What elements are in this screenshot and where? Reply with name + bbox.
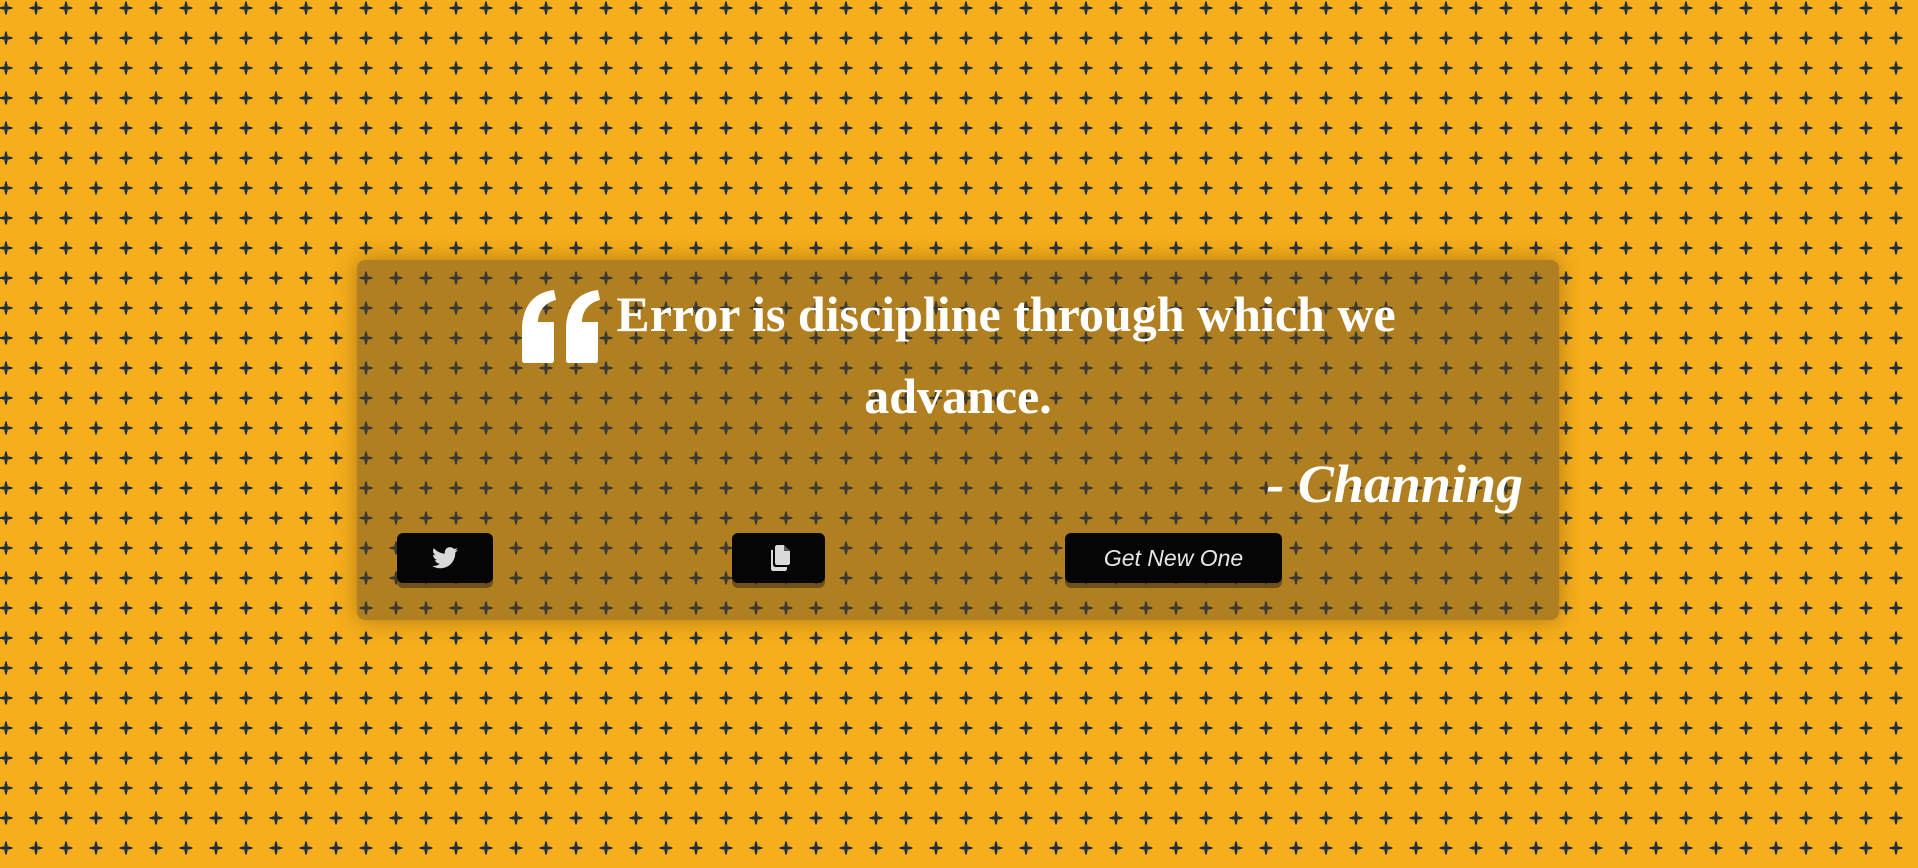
copy-button[interactable]: [732, 533, 825, 583]
quote-card: Error is discipline through which we adv…: [357, 260, 1559, 620]
tweet-button[interactable]: [397, 533, 493, 583]
quote-mark-icon: [520, 290, 604, 364]
quote-author: - Channing: [1266, 454, 1523, 514]
quote-block: Error is discipline through which we adv…: [357, 282, 1559, 428]
quote-text: Error is discipline through which we adv…: [616, 286, 1396, 424]
copy-icon: [768, 545, 790, 571]
get-new-quote-button[interactable]: Get New One: [1065, 533, 1282, 583]
twitter-icon: [432, 547, 458, 569]
quote-text-container: Error is discipline through which we adv…: [458, 282, 1458, 428]
